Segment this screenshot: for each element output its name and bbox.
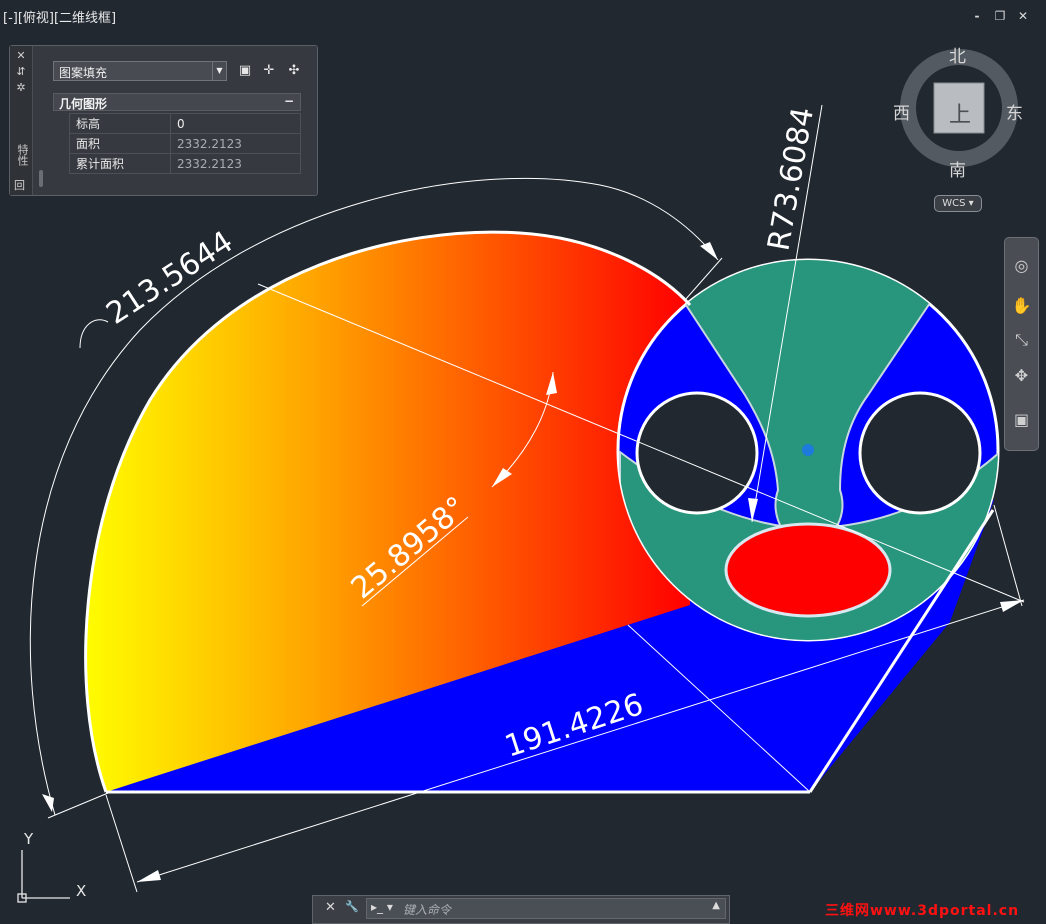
- orbit-icon[interactable]: ✥: [1005, 366, 1038, 385]
- arc-length-symbol: [79, 319, 109, 349]
- arc-length-dimension-text[interactable]: 213.5644: [100, 224, 239, 331]
- section-title: 几何图形: [59, 97, 108, 111]
- property-label: 标高: [69, 113, 171, 134]
- palette-side-bar: ✕ ⇵ ✲ 特性 回: [10, 46, 33, 195]
- wcs-menu[interactable]: WCS ▾: [934, 195, 982, 212]
- right-eye-hole[interactable]: [858, 391, 982, 515]
- pan-icon[interactable]: ✋: [1005, 296, 1038, 315]
- geometry-properties-table: 标高 0 面积 2332.2123 累计面积 2332.2123: [69, 113, 301, 174]
- arrow-head: [137, 870, 161, 882]
- palette-scrollbar[interactable]: [39, 170, 43, 187]
- object-type-select[interactable]: 图案填充 ▼: [53, 61, 227, 81]
- viewcube[interactable]: 北 南 西 东 上 WCS ▾: [892, 40, 1026, 215]
- toggle-pickadd-icon[interactable]: ✣: [285, 62, 303, 80]
- palette-autohide-icon[interactable]: ⇵: [10, 65, 32, 78]
- minimize-icon[interactable]: -: [970, 9, 984, 23]
- arrow-head: [42, 794, 54, 812]
- palette-title: 特性: [16, 144, 29, 166]
- center-grip[interactable]: [802, 444, 814, 456]
- property-label: 累计面积: [69, 153, 171, 174]
- watermark: 三维网www.3dportal.cn: [825, 903, 1020, 919]
- navigation-bar: ◎ ✋ ⤡ ✥ ▣: [1004, 237, 1039, 451]
- collapse-icon[interactable]: −: [284, 94, 294, 108]
- table-row[interactable]: 累计面积 2332.2123: [69, 153, 301, 174]
- property-value[interactable]: 0: [170, 113, 301, 134]
- arrow-head: [700, 242, 718, 260]
- left-eye-hole[interactable]: [635, 391, 759, 515]
- radius-dimension-text[interactable]: R73.6084: [761, 105, 821, 254]
- linear-ext-1: [105, 794, 138, 893]
- properties-palette: ✕ ⇵ ✲ 特性 回 图案填充 ▼ ▣ ✛ ✣ 几何图形 − 标高 0 面积 2…: [9, 45, 318, 196]
- geometry-section-header[interactable]: 几何图形 −: [53, 93, 301, 111]
- command-line: ✕ 🔧 ▸_ ▾ 键入命令 ▲: [312, 895, 730, 924]
- settings-icon[interactable]: 🔧: [345, 900, 359, 913]
- ucs-y-label: Y: [24, 830, 34, 848]
- command-history-icon[interactable]: ▲: [712, 900, 720, 911]
- command-input[interactable]: ▸_ ▾ 键入命令 ▲: [366, 898, 726, 919]
- table-row[interactable]: 面积 2332.2123: [69, 133, 301, 154]
- viewport-controls-label[interactable]: [-][俯视][二维线框]: [3, 7, 116, 26]
- property-label: 面积: [69, 133, 171, 154]
- property-value: 2332.2123: [170, 133, 301, 154]
- viewport-window-controls: - ❐ ✕: [970, 9, 1030, 23]
- close-icon[interactable]: ✕: [325, 900, 336, 915]
- compass-east[interactable]: 东: [1006, 99, 1023, 124]
- compass-west[interactable]: 西: [893, 99, 910, 124]
- drawing-viewport[interactable]: 213.5644 R73.6084 25.8958° 191.4226 [-][…: [0, 0, 1046, 924]
- palette-bottom-icon[interactable]: 回: [14, 177, 25, 193]
- palette-close-icon[interactable]: ✕: [10, 49, 32, 62]
- select-objects-icon[interactable]: ✛: [260, 62, 278, 80]
- close-icon[interactable]: ✕: [1016, 9, 1030, 23]
- wcs-label: WCS: [942, 198, 966, 209]
- zoom-icon[interactable]: ⤡: [1005, 330, 1038, 350]
- arc-ext-1: [47, 792, 109, 819]
- table-row[interactable]: 标高 0: [69, 113, 301, 134]
- mouth-hatch[interactable]: [724, 522, 892, 618]
- showmotion-icon[interactable]: ▣: [1005, 410, 1038, 429]
- viewcube-top-face[interactable]: 上: [949, 97, 971, 129]
- compass-south[interactable]: 南: [949, 156, 966, 181]
- ucs-x-label: X: [76, 882, 87, 900]
- property-value: 2332.2123: [170, 153, 301, 174]
- command-placeholder: 键入命令: [403, 903, 452, 917]
- compass-north[interactable]: 北: [949, 42, 966, 67]
- object-type-value: 图案填充: [59, 66, 108, 80]
- command-prompt-icon[interactable]: ▸_ ▾: [371, 900, 393, 914]
- restore-icon[interactable]: ❐: [993, 9, 1007, 23]
- steering-wheel-icon[interactable]: ◎: [1005, 256, 1038, 275]
- palette-options-icon[interactable]: ✲: [10, 81, 32, 94]
- quick-select-icon[interactable]: ▣: [236, 62, 254, 80]
- chevron-down-icon[interactable]: ▼: [212, 62, 226, 80]
- arrow-head: [1000, 600, 1024, 612]
